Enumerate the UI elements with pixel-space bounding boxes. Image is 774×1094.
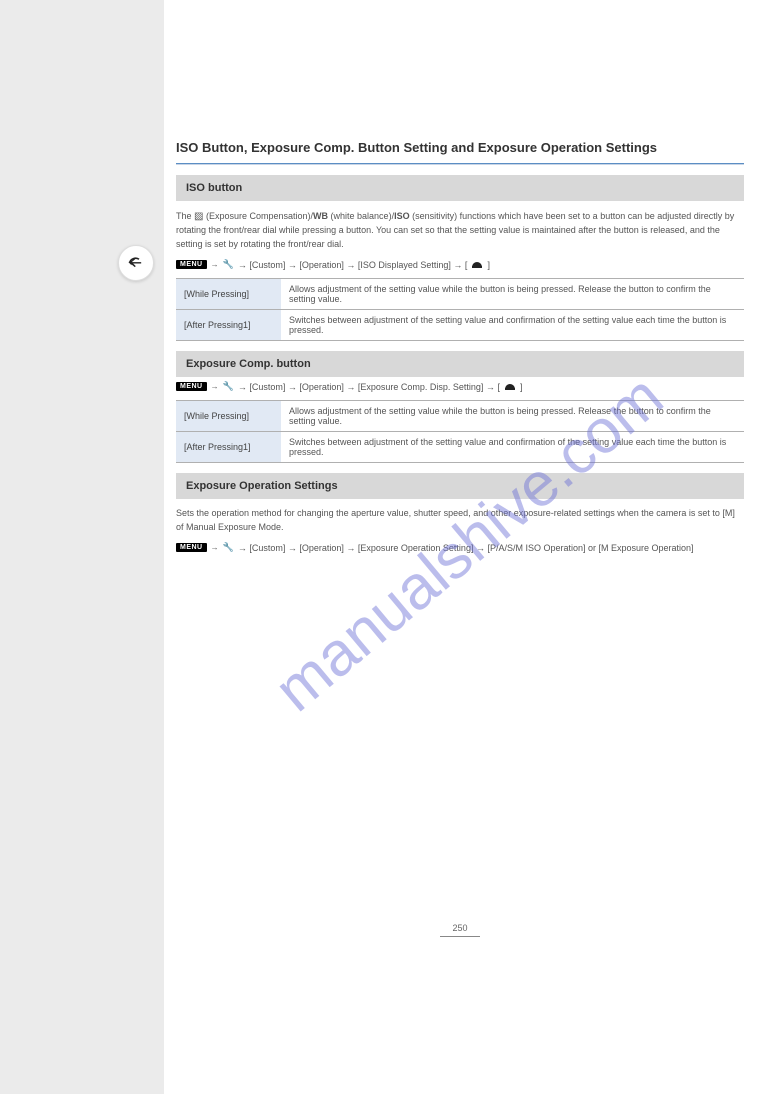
sidebar bbox=[0, 0, 164, 1094]
menu-path-iso: MENU → 🔧 → [Custom] → [Operation] → [ISO… bbox=[176, 259, 744, 270]
option-desc: Switches between adjustment of the setti… bbox=[281, 310, 744, 341]
iso-options-table: [While Pressing] Allows adjustment of th… bbox=[176, 278, 744, 341]
option-desc: Allows adjustment of the setting value w… bbox=[281, 401, 744, 432]
dial-icon bbox=[504, 382, 516, 392]
expcomp-options-table: [While Pressing] Allows adjustment of th… bbox=[176, 400, 744, 463]
section-heading-expops: Exposure Operation Settings bbox=[176, 473, 744, 499]
page-number: 250 bbox=[176, 923, 744, 937]
gear-icon: 🔧 bbox=[223, 381, 234, 392]
gear-icon: 🔧 bbox=[223, 542, 234, 553]
iso-description: The ▨ (Exposure Compensation)/WB (white … bbox=[176, 209, 744, 251]
back-button[interactable] bbox=[118, 245, 154, 281]
section-heading-iso: ISO button bbox=[176, 175, 744, 201]
option-label: [After Pressing1] bbox=[176, 310, 281, 341]
title-rule bbox=[176, 163, 744, 165]
expops-description: Sets the operation method for changing t… bbox=[176, 507, 744, 534]
table-row: [While Pressing] Allows adjustment of th… bbox=[176, 279, 744, 310]
menu-badge-icon: MENU bbox=[176, 543, 207, 552]
option-label: [After Pressing1] bbox=[176, 432, 281, 463]
table-row: [After Pressing1] Switches between adjus… bbox=[176, 310, 744, 341]
menu-path-expops: MENU → 🔧 → [Custom] → [Operation] → [Exp… bbox=[176, 542, 744, 553]
gear-icon: 🔧 bbox=[223, 259, 234, 270]
back-arrow-icon bbox=[127, 254, 145, 272]
option-desc: Allows adjustment of the setting value w… bbox=[281, 279, 744, 310]
table-row: [After Pressing1] Switches between adjus… bbox=[176, 432, 744, 463]
table-row: [While Pressing] Allows adjustment of th… bbox=[176, 401, 744, 432]
option-desc: Switches between adjustment of the setti… bbox=[281, 432, 744, 463]
page-title: ISO Button, Exposure Comp. Button Settin… bbox=[176, 140, 744, 155]
menu-badge-icon: MENU bbox=[176, 382, 207, 391]
iso-label: ISO bbox=[394, 211, 410, 221]
main-content: ISO Button, Exposure Comp. Button Settin… bbox=[164, 0, 774, 1094]
menu-badge-icon: MENU bbox=[176, 260, 207, 269]
dial-icon bbox=[471, 260, 483, 270]
menu-path-expcomp: MENU → 🔧 → [Custom] → [Operation] → [Exp… bbox=[176, 381, 744, 392]
section-heading-expcomp: Exposure Comp. button bbox=[176, 351, 744, 377]
option-label: [While Pressing] bbox=[176, 401, 281, 432]
option-label: [While Pressing] bbox=[176, 279, 281, 310]
wb-label: WB bbox=[313, 211, 328, 221]
